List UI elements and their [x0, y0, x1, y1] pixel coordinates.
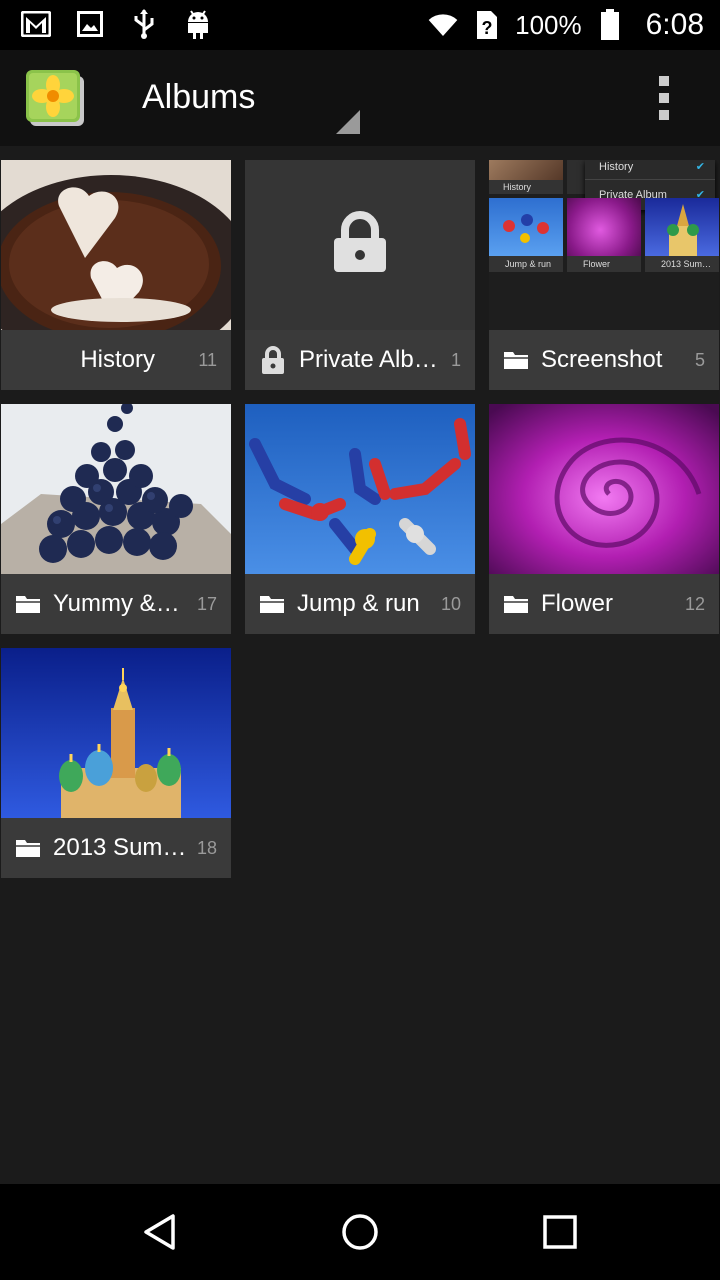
clock: 6:08: [645, 8, 704, 41]
recents-icon[interactable]: [540, 1212, 580, 1252]
folder-icon: [504, 596, 528, 613]
album-tile-private[interactable]: Private Alb… 1: [245, 160, 475, 390]
album-count: 10: [440, 593, 461, 614]
overflow-dot: [659, 110, 669, 120]
folder-icon: [260, 596, 284, 613]
album-tile-yummy[interactable]: Yummy &… 17: [1, 404, 231, 634]
album-caption: Flower 12: [489, 574, 719, 634]
navigation-bar: [0, 1184, 720, 1280]
android-icon: [182, 8, 214, 40]
album-thumbnail: [245, 160, 475, 330]
album-thumbnail: [1, 648, 231, 818]
mini-label: 2013 Sum…: [661, 259, 712, 269]
album-tile-history[interactable]: History 11: [1, 160, 231, 390]
album-thumbnail: [489, 404, 719, 574]
album-caption: Private Alb… 1: [245, 330, 475, 390]
mini-label: Jump & run: [505, 259, 552, 269]
battery-icon: [594, 9, 626, 41]
gmail-icon: [20, 8, 52, 40]
album-caption: Jump & run 10: [245, 574, 475, 634]
album-name: Yummy &…: [53, 590, 180, 617]
mini-label: Flower: [583, 259, 611, 269]
album-thumbnail: [1, 404, 231, 574]
album-name: Screenshot: [541, 346, 663, 373]
album-tile-jump-run[interactable]: Jump & run 10: [245, 404, 475, 634]
overflow-menu-button[interactable]: [652, 76, 676, 120]
album-thumbnail: [1, 160, 231, 330]
folder-icon: [504, 352, 528, 369]
album-thumbnail: [245, 404, 475, 574]
status-bar: ? 100% 6:08: [0, 0, 720, 50]
svg-text:?: ?: [482, 18, 493, 38]
mini-menu-item: History: [599, 161, 634, 173]
overflow-dot: [659, 76, 669, 86]
action-bar: Albums: [0, 50, 720, 146]
album-caption: 2013 Sum… 18: [1, 818, 231, 878]
album-count: 5: [694, 349, 705, 370]
album-tile-2013-summer[interactable]: 2013 Sum… 18: [1, 648, 231, 878]
usb-icon: [128, 8, 160, 40]
album-name: Private Alb…: [299, 346, 438, 373]
album-name: History: [80, 346, 155, 373]
folder-icon: [16, 596, 40, 613]
album-count: 1: [450, 349, 461, 370]
album-spinner-title[interactable]: Albums: [142, 78, 255, 117]
album-name: 2013 Sum…: [53, 834, 187, 861]
album-count: 17: [196, 593, 217, 614]
album-tile-screenshot[interactable]: History History ✔ Private Album ✔ Jump &…: [489, 160, 719, 390]
image-icon: [74, 8, 106, 40]
album-name: Flower: [541, 590, 614, 617]
battery-percent: 100%: [515, 9, 582, 40]
home-icon[interactable]: [340, 1212, 380, 1252]
gallery-app-icon[interactable]: [26, 68, 86, 128]
album-caption: History 11: [1, 330, 231, 390]
sim-unknown-icon: ?: [471, 9, 503, 41]
album-name: Jump & run: [297, 590, 420, 617]
album-tile-flower[interactable]: Flower 12: [489, 404, 719, 634]
spinner-dropdown-indicator[interactable]: [336, 110, 360, 134]
album-caption: Screenshot 5: [489, 330, 719, 390]
wifi-icon: [427, 9, 459, 41]
mini-label: History: [489, 180, 563, 194]
lock-icon: [334, 211, 386, 272]
overflow-dot: [659, 93, 669, 103]
folder-icon: [16, 840, 40, 857]
album-count: 11: [198, 349, 217, 370]
back-icon[interactable]: [140, 1212, 180, 1252]
album-count: 18: [196, 837, 217, 858]
album-count: 12: [684, 593, 705, 614]
album-caption: Yummy &… 17: [1, 574, 231, 634]
lock-icon: [262, 346, 284, 374]
album-thumbnail: History History ✔ Private Album ✔ Jump &…: [489, 160, 719, 330]
